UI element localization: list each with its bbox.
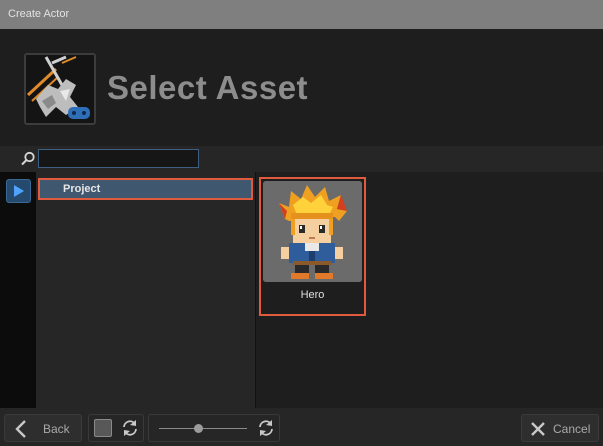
search-input[interactable]: [38, 149, 199, 168]
search-bar: [0, 146, 603, 172]
source-strip: [0, 172, 36, 408]
tree-item-project[interactable]: Project: [38, 178, 253, 200]
back-button-label: Back: [43, 422, 70, 436]
footer-toolbar: Back Cancel: [0, 408, 603, 446]
magnifier-icon: [21, 151, 35, 166]
title-bar: Create Actor: [0, 0, 603, 29]
cancel-button-label: Cancel: [553, 422, 591, 436]
page-title: Select Asset: [107, 69, 309, 106]
play-icon: [14, 185, 24, 197]
zoom-group: [148, 414, 280, 442]
hero-sprite-icon: [263, 181, 362, 282]
window-title: Create Actor: [8, 8, 70, 20]
refresh-icon[interactable]: [120, 418, 140, 438]
close-icon: [531, 422, 545, 436]
asset-card-hero[interactable]: Hero: [259, 177, 366, 316]
asset-grid: Hero: [256, 172, 603, 408]
back-button[interactable]: Back: [4, 414, 82, 442]
color-group: [88, 414, 144, 442]
refresh-icon[interactable]: [256, 418, 276, 438]
folder-tree: Project: [36, 172, 256, 408]
asset-label: Hero: [300, 289, 325, 301]
play-button[interactable]: [6, 179, 31, 203]
tree-item-label: Project: [63, 183, 101, 195]
background-color-swatch[interactable]: [94, 419, 112, 437]
cancel-button[interactable]: Cancel: [521, 414, 599, 442]
header: Select Asset: [0, 29, 603, 146]
actor-logo-icon: [24, 53, 96, 125]
chevron-left-icon: [15, 420, 26, 438]
slider-handle[interactable]: [194, 424, 204, 433]
